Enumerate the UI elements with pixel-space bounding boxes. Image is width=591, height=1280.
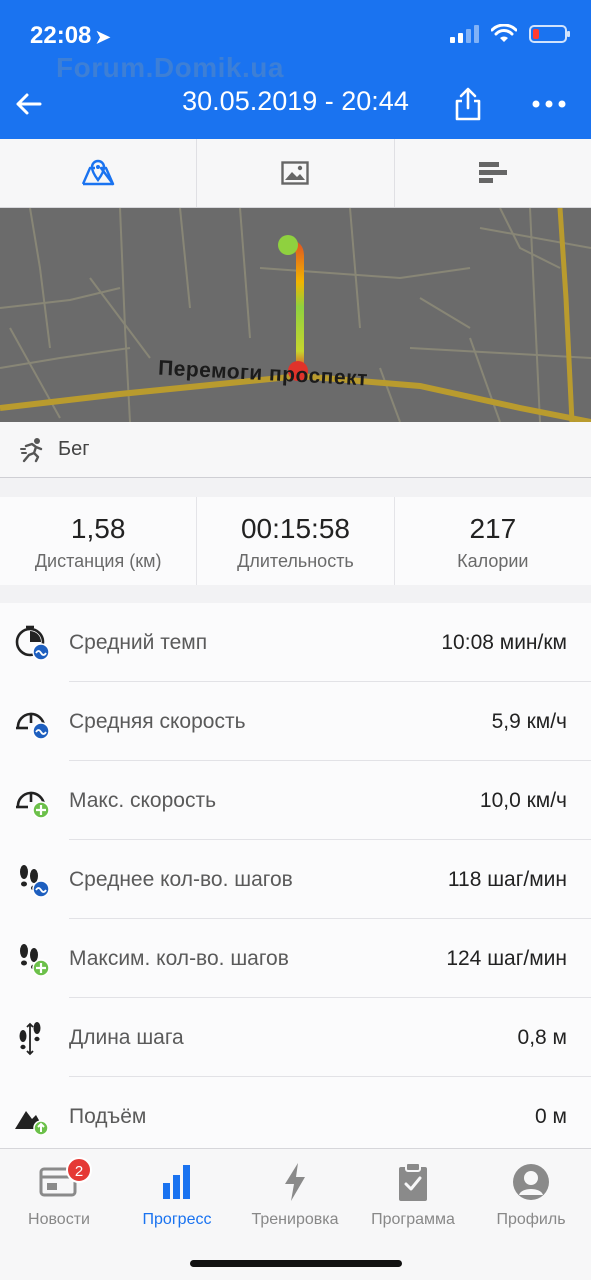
share-button[interactable] [452,86,484,122]
steps-avg-icon [20,865,50,898]
nav-label: Программа [371,1211,455,1228]
nav-profile[interactable]: Профиль [472,1159,590,1229]
nav-workout[interactable]: Тренировка [236,1159,354,1229]
stat-value: 0 м [535,1104,567,1128]
tab-map[interactable] [0,139,198,207]
nav-icon-wrap [236,1159,354,1205]
view-tabs [0,139,591,208]
speed-max-icon [16,791,50,819]
stat-value: 5,9 км/ч [491,709,567,733]
summary-panel: 1,58 Дистанция (км) 00:15:58 Длительност… [0,497,591,585]
nav-label: Прогресс [142,1211,212,1228]
nav-icon-wrap [118,1159,236,1205]
location-arrow-icon: ➤ [95,27,111,47]
program-icon [399,1162,427,1201]
workout-icon [285,1163,305,1201]
notification-badge: 2 [66,1157,92,1183]
nav-label: Тренировка [251,1211,339,1228]
nav-news[interactable]: 2 Новости [0,1157,118,1229]
summary-label: Длительность [237,551,354,571]
stat-name: Длина шага [69,1025,184,1049]
header: 22:08 ➤ Forum.Domik.ua 30.05.2019 - 20:44 [0,0,591,139]
page-title: 30.05.2019 - 20:44 [182,86,409,116]
route-map[interactable]: Перемоги проспект [0,208,591,422]
activity-detail-screen: 22:08 ➤ Forum.Domik.ua 30.05.2019 - 20:44 [0,0,591,1280]
chart-bars-icon [478,162,507,183]
stat-value: 118 шаг/мин [447,867,567,891]
nav-icon-wrap [472,1159,590,1205]
battery-icon [529,25,570,43]
stat-row-avg-speed: Средняя скорость 5,9 км/ч [0,682,591,761]
summary-value: 217 [469,513,517,544]
status-indicators [450,24,570,44]
map-icon [82,159,115,186]
share-icon [455,87,481,121]
stat-row-stride-length: Длина шага 0,8 м [0,998,591,1077]
stats-list: Средний темп 10:08 мин/км Средняя скорос… [0,603,591,1148]
stat-row-avg-steps: Среднее кол-во. шагов 118 шаг/мин [0,840,591,919]
stat-row-max-speed: Макс. скорость 10,0 км/ч [0,761,591,840]
more-dots-icon [532,100,566,108]
status-time: 22:08 ➤ [30,22,111,49]
stat-name: Средний темп [69,630,208,654]
stat-value: 124 шаг/мин [446,946,567,970]
pace-avg-icon [15,625,50,661]
progress-icon [163,1165,190,1199]
cellular-signal-icon [450,25,479,43]
home-indicator[interactable] [190,1260,402,1267]
route-start-marker [278,235,298,255]
stat-value: 10,0 км/ч [479,788,567,812]
stat-row-elevation: Подъём 0 м [0,1077,591,1156]
stat-value: 10:08 мин/км [441,630,567,654]
stat-name: Среднее кол-во. шагов [69,867,293,891]
nav-icon-wrap: 2 [0,1157,118,1205]
speed-avg-icon [16,712,50,740]
nav-label: Профиль [496,1211,566,1228]
stat-value: 0,8 м [517,1025,567,1049]
summary-label: Дистанция (км) [34,551,162,571]
profile-icon [513,1164,549,1200]
stat-row-avg-pace: Средний темп 10:08 мин/км [0,603,591,682]
activity-type-row: Бег [0,422,591,478]
stat-row-max-steps: Максим. кол-во. шагов 124 шаг/мин [0,919,591,998]
tab-photos[interactable] [197,139,395,207]
summary-distance: 1,58 Дистанция (км) [0,497,198,585]
elevation-icon [15,1111,49,1135]
summary-value: 00:15:58 [240,513,350,544]
watermark: Forum.Domik.ua [56,52,284,83]
image-icon [281,161,310,185]
stat-name: Макс. скорость [69,788,217,812]
stride-length-icon [19,1022,41,1056]
running-icon [20,437,43,462]
summary-value: 1,58 [70,513,126,544]
more-options-button[interactable] [532,90,566,118]
summary-label: Калории [457,551,529,571]
steps-max-icon [20,944,50,977]
summary-calories: 217 Калории [395,497,591,585]
nav-progress[interactable]: Прогресс [118,1159,236,1229]
nav-icon-wrap [354,1159,472,1205]
stat-name: Средняя скорость [69,709,246,733]
nav-program[interactable]: Программа [354,1159,472,1229]
wifi-icon [491,24,517,42]
stat-name: Подъём [69,1104,147,1128]
stat-name: Максим. кол-во. шагов [69,946,289,970]
activity-type-label: Бег [58,438,90,460]
nav-label: Новости [28,1211,90,1228]
tab-stats[interactable] [395,139,591,207]
summary-duration: 00:15:58 Длительность [197,497,395,585]
